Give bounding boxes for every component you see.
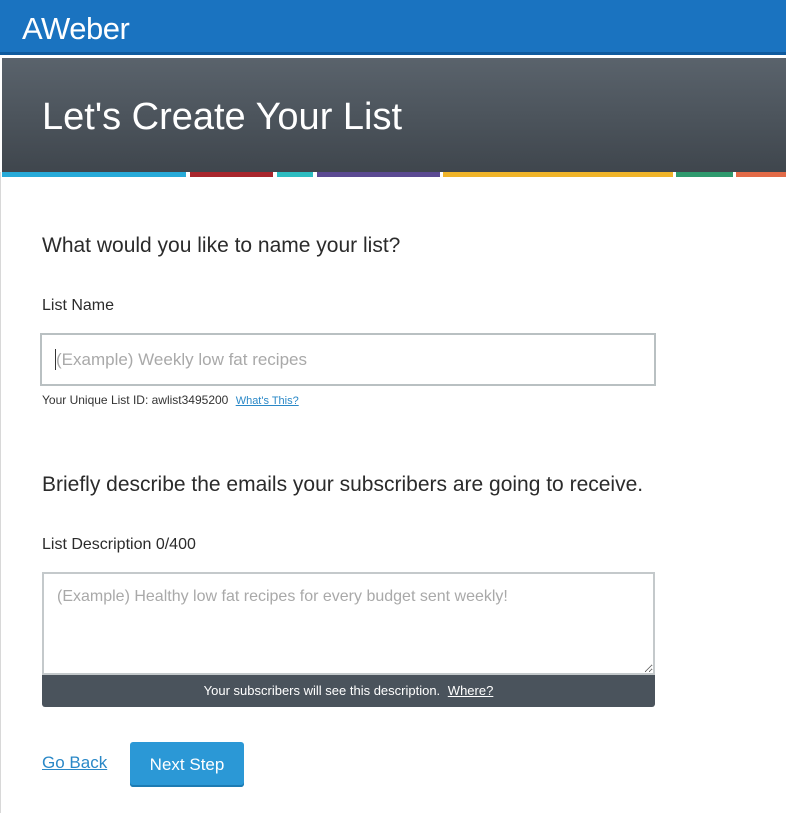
page-title: Let's Create Your List (42, 96, 403, 138)
next-step-button[interactable]: Next Step (130, 742, 244, 787)
list-description-question: Briefly describe the emails your subscri… (42, 473, 644, 496)
go-back-link[interactable]: Go Back (42, 753, 107, 773)
stripe (443, 172, 673, 177)
color-stripe-divider (2, 172, 786, 177)
stripe (277, 172, 313, 177)
list-name-question: What would you like to name your list? (42, 234, 401, 257)
text-caret (55, 349, 56, 370)
description-note-text: Your subscribers will see this descripti… (203, 683, 441, 698)
list-description-textarea[interactable] (42, 572, 655, 675)
list-name-label: List Name (42, 297, 115, 314)
unique-list-id: Your Unique List ID: awlist3495200 What'… (42, 393, 299, 407)
aweber-logo[interactable]: AWeber (22, 11, 130, 47)
stripe (736, 172, 786, 177)
list-id-text: Your Unique List ID: awlist3495200 (42, 393, 229, 407)
stripe (2, 172, 186, 177)
page-header: Let's Create Your List (2, 58, 786, 172)
whats-this-link[interactable]: What's This? (236, 395, 299, 407)
stripe (676, 172, 733, 177)
list-name-input[interactable] (40, 333, 656, 386)
description-visibility-note: Your subscribers will see this descripti… (42, 675, 655, 707)
list-description-label: List Description 0/400 (42, 536, 196, 553)
stripe (317, 172, 440, 177)
stripe (190, 172, 273, 177)
content-border (0, 172, 1, 813)
brand-bar: AWeber (0, 0, 786, 55)
where-link[interactable]: Where? (448, 683, 494, 698)
